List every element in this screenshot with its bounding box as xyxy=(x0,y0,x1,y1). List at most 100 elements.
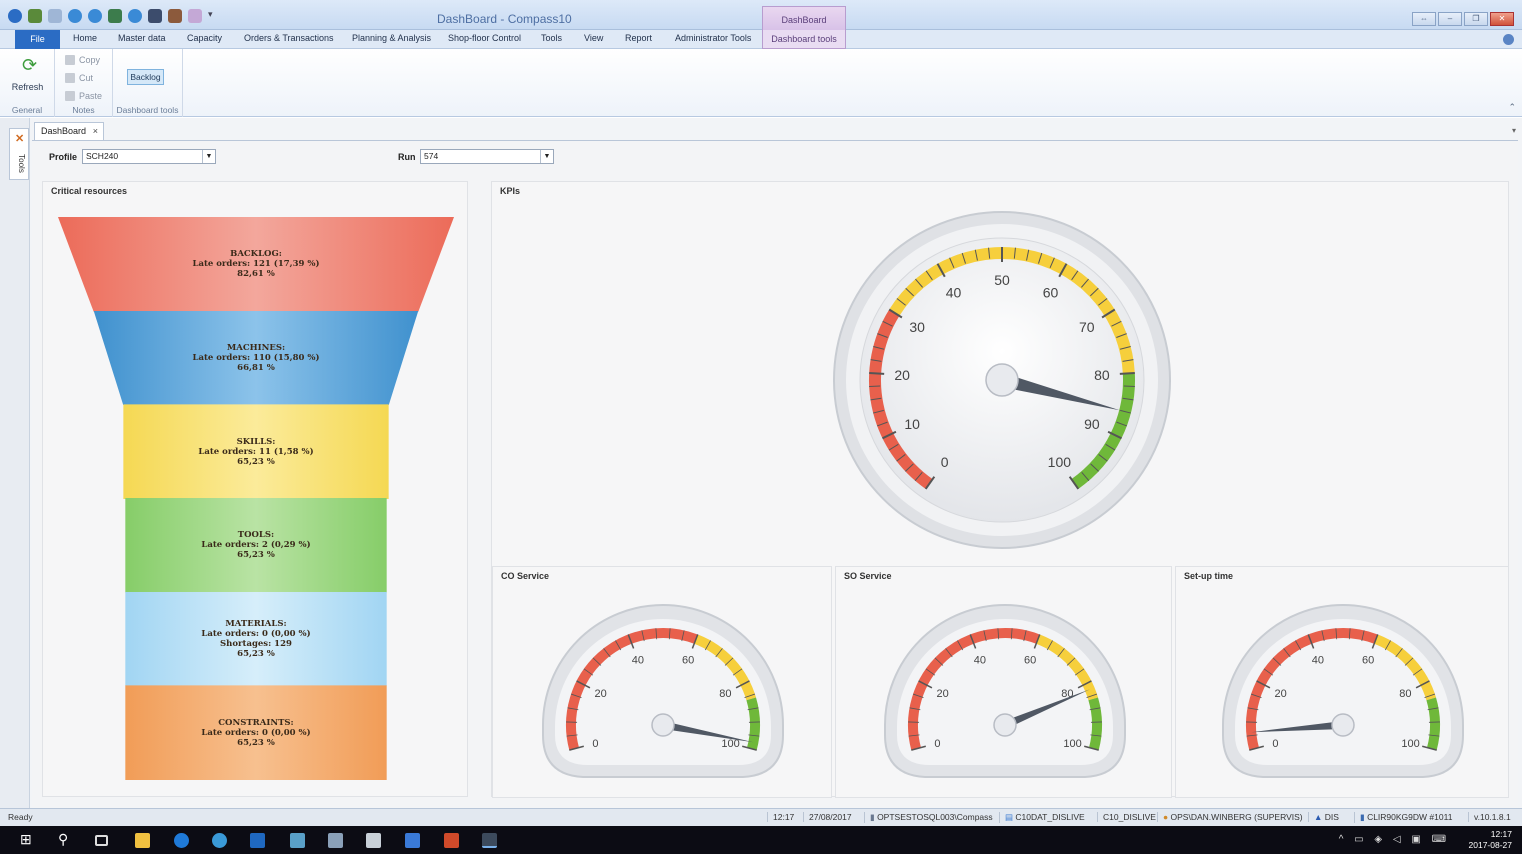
tab-administrator-tools[interactable]: Administrator Tools xyxy=(675,33,751,43)
collapse-ribbon-icon[interactable]: ⌃ xyxy=(1508,102,1516,113)
so-service-gauge: 02040 6080100 xyxy=(884,604,1126,778)
status-date: 27/08/2017 xyxy=(803,812,852,822)
scissors-icon xyxy=(65,73,75,83)
stack-icon[interactable] xyxy=(108,9,122,23)
globe-icon[interactable] xyxy=(68,9,82,23)
outlook-icon[interactable] xyxy=(250,833,265,848)
funnel-segment-materials[interactable]: MATERIALS: Late orders: 0 (0,00 %) Shortag… xyxy=(125,591,387,687)
funnel-segment-constraints[interactable]: CONSTRAINTS: Late orders: 0 (0,00 %) 65,23… xyxy=(125,685,387,780)
windows-start-icon[interactable]: ⊞ xyxy=(20,831,35,847)
maximize-button[interactable]: ❐ xyxy=(1464,12,1488,26)
restore-ribbon-button[interactable]: ⇔ xyxy=(1412,12,1436,26)
document-icon[interactable] xyxy=(48,9,62,23)
tab-planning-analysis[interactable]: Planning & Analysis xyxy=(352,33,431,43)
gauge-tick-label: 80 xyxy=(1399,688,1411,700)
main-area: ✕ Tools DashBoard × ▾ Profile SCH240 ▼ R… xyxy=(0,118,1522,808)
profile-label: Profile xyxy=(49,152,78,162)
gauge-tick-label: 100 xyxy=(721,738,739,750)
group-notes: Copy Cut Paste Notes xyxy=(55,49,113,117)
server-name: OPTSESTOSQL003\Compass xyxy=(877,812,993,822)
tree-icon[interactable] xyxy=(28,9,42,23)
close-tab-icon[interactable]: × xyxy=(93,123,98,140)
paste-button[interactable]: Paste xyxy=(65,91,102,101)
gauge-band-2 xyxy=(1426,697,1440,751)
gauge-tick-label: 20 xyxy=(1275,688,1287,700)
tab-file[interactable]: File xyxy=(15,30,60,49)
status-server: ▮ OPTSESTOSQL003\Compass xyxy=(864,812,993,823)
dashboard-content: Profile SCH240 ▼ Run 574 ▼ Critical reso… xyxy=(32,140,1518,808)
server-icon: ▮ xyxy=(870,812,875,822)
tools-side-label: Tools xyxy=(16,154,26,173)
gauge-tick-label: 0 xyxy=(1272,738,1278,750)
funnel-segment-machines[interactable]: MACHINES: Late orders: 110 (15,80 %) 66,81… xyxy=(93,310,419,406)
taskbar-clock[interactable]: 12:17 2017-08-27 xyxy=(1469,829,1512,851)
funnel-chart: BACKLOG: Late orders: 121 (17,39 %) 82,61 … xyxy=(58,217,454,780)
chart-icon[interactable] xyxy=(148,9,162,23)
system-tray-icons[interactable]: ^ ▭ ◈ ◁ ▣ ⌨ xyxy=(1339,834,1450,845)
database-name: C10DAT_DISLIVE xyxy=(1015,812,1085,822)
tab-capacity[interactable]: Capacity xyxy=(187,33,222,43)
close-button[interactable]: ✕ xyxy=(1490,12,1514,26)
paste-label: Paste xyxy=(79,91,103,101)
run-select[interactable]: 574 ▼ xyxy=(420,149,554,164)
tab-home[interactable]: Home xyxy=(73,33,97,43)
app-icon-1[interactable] xyxy=(290,833,305,848)
gauge-tick-label: 20 xyxy=(595,688,607,700)
gauge-tick-label: 90 xyxy=(1084,416,1100,432)
profile-value: SCH240 xyxy=(86,151,119,161)
profile-select[interactable]: SCH240 ▼ xyxy=(82,149,216,164)
segment-line: Late orders: 0 (0,00 %) xyxy=(201,727,311,738)
globe-icon-2[interactable] xyxy=(88,9,102,23)
powerpoint-icon[interactable] xyxy=(444,833,459,848)
app-icon[interactable] xyxy=(8,9,22,23)
segment-line: 66,81 % xyxy=(237,362,275,373)
tab-view[interactable]: View xyxy=(584,33,603,43)
tab-master-data[interactable]: Master data xyxy=(118,33,166,43)
app-icon-3[interactable] xyxy=(366,833,381,848)
gauge-tick-label: 40 xyxy=(974,655,986,667)
qat-dropdown-icon[interactable]: ▾ xyxy=(208,9,216,23)
internet-explorer-icon[interactable] xyxy=(212,833,227,848)
edit-icon[interactable] xyxy=(188,9,202,23)
group-label-notes: Notes xyxy=(72,105,95,115)
app-icon-4[interactable] xyxy=(405,833,420,848)
funnel-segment-skills[interactable]: SKILLS: Late orders: 11 (1,58 %) 65,23 % xyxy=(123,404,389,499)
compass-taskbar-icon[interactable] xyxy=(482,833,497,848)
tab-list-dropdown-icon[interactable]: ▾ xyxy=(1512,126,1516,135)
globe-icon-3[interactable] xyxy=(128,9,142,23)
chevron-down-icon[interactable]: ▼ xyxy=(202,150,215,163)
tab-shop-floor-control[interactable]: Shop-floor Control xyxy=(448,33,521,43)
tools-icon[interactable] xyxy=(168,9,182,23)
file-explorer-icon[interactable] xyxy=(135,833,150,848)
cut-button[interactable]: Cut xyxy=(65,73,93,83)
gauge-tick xyxy=(869,385,881,387)
tab-report[interactable]: Report xyxy=(625,33,652,43)
run-label: Run xyxy=(398,152,416,162)
refresh-button[interactable]: Refresh xyxy=(0,82,55,92)
funnel-segment-backlog[interactable]: BACKLOG: Late orders: 121 (17,39 %) 82,61 … xyxy=(58,217,454,312)
segment-line: Late orders: 0 (0,00 %) xyxy=(201,628,311,639)
search-icon[interactable]: ⚲ xyxy=(58,831,73,847)
critical-resources-title: Critical resources xyxy=(51,186,128,196)
app-icon-2[interactable] xyxy=(328,833,343,848)
help-icon[interactable] xyxy=(1503,34,1514,45)
chevron-down-icon[interactable]: ▼ xyxy=(540,150,553,163)
task-view-icon[interactable] xyxy=(95,835,108,846)
segment-line: 65,23 % xyxy=(237,456,275,467)
tab-dashboard-tools[interactable]: Dashboard tools xyxy=(762,30,846,49)
edge-icon[interactable] xyxy=(174,833,189,848)
funnel-segment-tools[interactable]: TOOLS: Late orders: 2 (0,29 %) 65,23 % xyxy=(125,498,387,593)
refresh-icon[interactable]: ⟳ xyxy=(22,55,40,75)
tools-side-tab[interactable]: ✕ Tools xyxy=(9,128,29,180)
minimize-button[interactable]: – xyxy=(1438,12,1462,26)
context-tab-header: DashBoard xyxy=(762,6,846,30)
tab-tools[interactable]: Tools xyxy=(541,33,562,43)
copy-button[interactable]: Copy xyxy=(65,55,100,65)
group-label-general: General xyxy=(11,105,43,115)
document-tab-dashboard[interactable]: DashBoard × xyxy=(34,122,104,140)
company-icon: ▲ xyxy=(1314,812,1323,822)
backlog-button[interactable]: Backlog xyxy=(127,69,164,85)
tab-orders-transactions[interactable]: Orders & Transactions xyxy=(244,33,334,43)
segment-name: SKILLS: xyxy=(236,436,276,447)
clock-date: 2017-08-27 xyxy=(1468,840,1512,850)
